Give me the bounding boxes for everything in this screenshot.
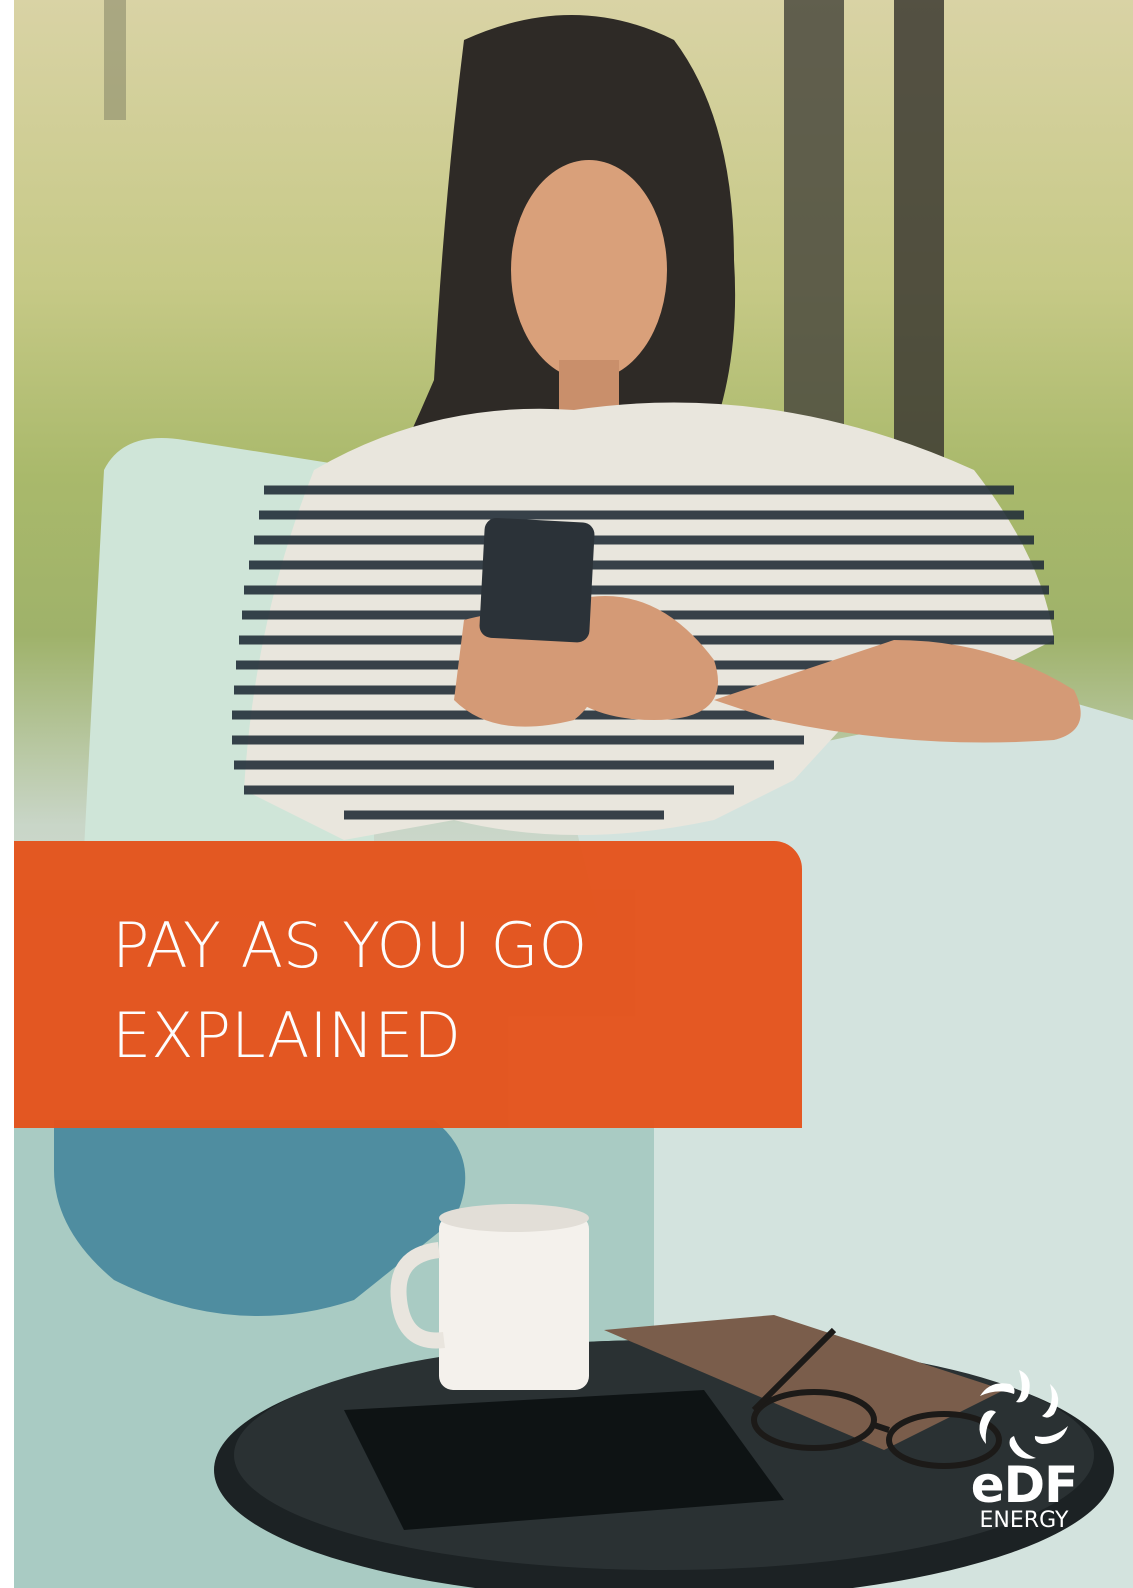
cover-title-line-1: PAY AS YOU GO (112, 909, 588, 982)
logo-sub-text: ENERGY (979, 1508, 1069, 1533)
edf-swirl-icon (979, 1370, 1068, 1459)
edf-energy-logo: eDF ENERGY (964, 1366, 1084, 1536)
logo-brand-text: eDF (970, 1456, 1079, 1514)
cover-title: PAY AS YOU GO EXPLAINED (112, 901, 752, 1081)
cover-photo-illustration (14, 0, 1133, 1588)
cover-title-line-2: EXPLAINED (112, 999, 461, 1072)
title-banner: PAY AS YOU GO EXPLAINED (14, 841, 802, 1128)
cover-photo (14, 0, 1133, 1588)
